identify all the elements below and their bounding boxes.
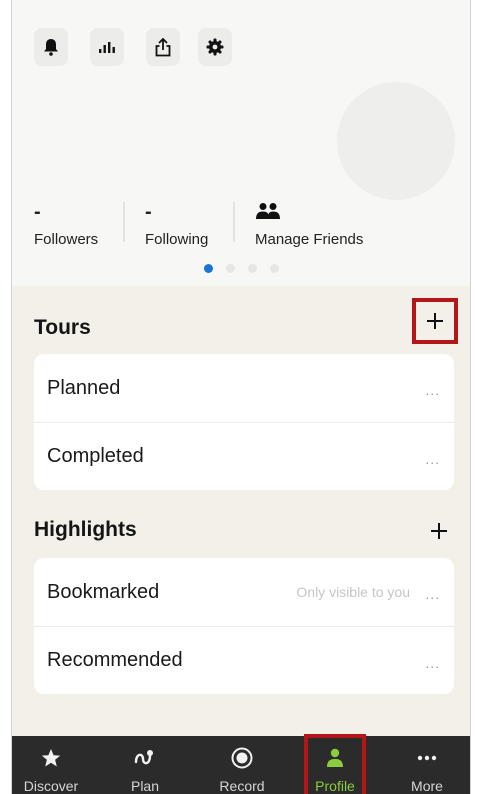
tours-card: Planned ... Completed ... — [34, 354, 454, 490]
tab-label: More — [411, 778, 443, 794]
tab-plan[interactable]: Plan — [110, 736, 180, 794]
record-icon — [231, 747, 253, 769]
followers-count: - — [34, 201, 41, 223]
visibility-note: Only visible to you — [296, 584, 410, 600]
following-stat[interactable]: - Following — [145, 202, 208, 248]
app-window: - Followers - Following Manage Friends T… — [11, 0, 471, 794]
highlights-title: Highlights — [34, 518, 137, 541]
list-item-label: Completed — [47, 445, 144, 467]
list-item-label: Bookmarked — [47, 580, 160, 603]
stat-divider — [233, 202, 235, 242]
statistics-button[interactable] — [90, 28, 124, 66]
tab-label: Record — [219, 778, 265, 794]
avatar[interactable] — [337, 82, 455, 200]
star-icon — [41, 749, 61, 767]
stats-icon — [99, 42, 115, 53]
following-count: - — [145, 201, 152, 223]
page-dot[interactable] — [248, 264, 257, 273]
profile-content: Tours Planned ... Completed ... Highligh… — [12, 286, 470, 736]
tours-title: Tours — [34, 316, 91, 339]
tab-label: Discover — [23, 778, 79, 794]
followers-label: Followers — [34, 231, 99, 248]
manage-friends-button[interactable]: Manage Friends — [255, 202, 363, 248]
plus-icon — [431, 523, 447, 539]
manage-friends-label: Manage Friends — [255, 231, 364, 248]
bottom-tab-bar: Discover Plan Record Profile More — [12, 736, 470, 794]
page-dot-active[interactable] — [204, 264, 213, 273]
list-item-label: Recommended — [47, 649, 183, 671]
highlights-card: Bookmarked Only visible to you ... Recom… — [34, 558, 454, 694]
more-options-button[interactable]: ... — [425, 382, 440, 398]
list-item-label: Planned — [47, 376, 121, 399]
page-indicator[interactable] — [204, 264, 279, 273]
share-button[interactable] — [146, 28, 180, 66]
highlight-list-item-bookmarked[interactable]: Bookmarked Only visible to you ... — [34, 558, 454, 626]
settings-button[interactable] — [198, 28, 232, 66]
profile-tab-highlight — [304, 734, 366, 794]
add-highlight-button[interactable] — [416, 508, 462, 554]
tour-list-item-planned[interactable]: Planned ... — [34, 354, 454, 422]
bell-icon — [44, 39, 58, 56]
tab-label: Plan — [130, 778, 160, 794]
profile-header: - Followers - Following Manage Friends — [12, 0, 470, 286]
followers-stat[interactable]: - Followers — [34, 202, 98, 248]
tab-record[interactable]: Record — [207, 736, 277, 794]
more-dots-icon — [417, 755, 437, 761]
more-options-button[interactable]: ... — [425, 451, 440, 467]
settings-icon — [206, 38, 224, 56]
tour-list-item-completed[interactable]: Completed ... — [34, 422, 454, 490]
tab-discover[interactable]: Discover — [16, 736, 86, 794]
friends-icon — [256, 203, 280, 219]
add-tour-button[interactable] — [412, 298, 458, 344]
page-dot[interactable] — [270, 264, 279, 273]
page-dot[interactable] — [226, 264, 235, 273]
more-options-button[interactable]: ... — [425, 586, 440, 602]
route-icon — [134, 750, 153, 765]
highlight-list-item-recommended[interactable]: Recommended ... — [34, 626, 454, 694]
notifications-button[interactable] — [34, 28, 68, 66]
tab-more[interactable]: More — [392, 736, 462, 794]
plus-icon — [427, 313, 443, 329]
stat-divider — [123, 202, 125, 242]
share-icon — [155, 37, 171, 56]
more-options-button[interactable]: ... — [425, 655, 440, 671]
following-label: Following — [145, 231, 209, 248]
